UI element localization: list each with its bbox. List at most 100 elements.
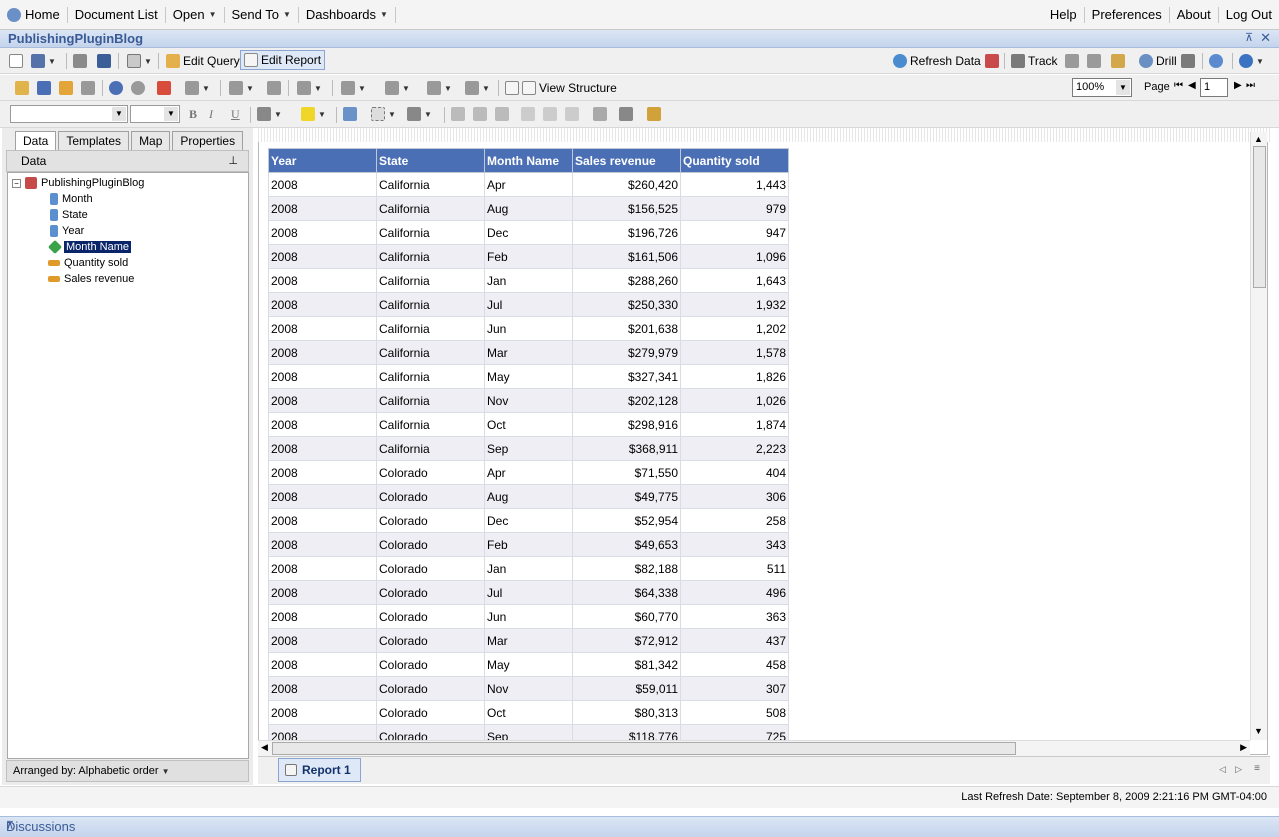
sales-revenue-cell[interactable]: $59,011 [572, 676, 681, 701]
sales-revenue-cell[interactable]: $81,342 [572, 652, 681, 677]
month-name-cell[interactable]: Apr [484, 460, 573, 485]
clear-format-button[interactable] [644, 104, 664, 124]
last-page-icon[interactable]: ⏭ [1246, 80, 1255, 91]
nav-open-menu[interactable]: Open ▼ [166, 6, 225, 23]
quantity-sold-cell[interactable]: 1,578 [680, 340, 789, 365]
sales-revenue-cell[interactable]: $201,638 [572, 316, 681, 341]
year-cell[interactable]: 2008 [268, 700, 377, 725]
snapshot-button[interactable] [1178, 51, 1198, 71]
year-cell[interactable]: 2008 [268, 436, 377, 461]
month-name-cell[interactable]: Nov [484, 676, 573, 701]
year-cell[interactable]: 2008 [268, 412, 377, 437]
help-button[interactable]: ▼ [1236, 51, 1267, 71]
table-row[interactable]: 2008 Colorado Dec $52,954 258 [268, 508, 789, 533]
sales-revenue-cell[interactable]: $250,330 [572, 292, 681, 317]
month-name-cell[interactable]: Dec [484, 220, 573, 245]
filter-button[interactable]: ▼ [226, 78, 257, 98]
month-name-cell[interactable]: Aug [484, 484, 573, 509]
year-cell[interactable]: 2008 [268, 340, 377, 365]
collapse-icon[interactable]: − [12, 178, 21, 188]
month-name-cell[interactable]: Jun [484, 316, 573, 341]
table-row[interactable]: 2008 Colorado May $81,342 458 [268, 652, 789, 677]
quantity-sold-cell[interactable]: 404 [680, 460, 789, 485]
year-cell[interactable]: 2008 [268, 220, 377, 245]
quantity-sold-cell[interactable]: 496 [680, 580, 789, 605]
nav-help[interactable]: Help [1043, 6, 1085, 23]
year-cell[interactable]: 2008 [268, 676, 377, 701]
year-cell[interactable]: 2008 [268, 652, 377, 677]
column-header-state[interactable]: State [376, 148, 485, 173]
discussions-bar[interactable]: Discussions ⊼ [0, 816, 1279, 837]
quantity-sold-cell[interactable]: 307 [680, 676, 789, 701]
nav-send-to-menu[interactable]: Send To ▼ [225, 6, 299, 23]
insert-button[interactable] [12, 78, 32, 98]
quantity-sold-cell[interactable]: 1,096 [680, 244, 789, 269]
quantity-sold-cell[interactable]: 1,874 [680, 412, 789, 437]
table-row[interactable]: 2008 California Jul $250,330 1,932 [268, 292, 789, 317]
filter-bar-button[interactable] [1108, 51, 1128, 71]
table-row[interactable]: 2008 California Dec $196,726 947 [268, 220, 789, 245]
quantity-sold-cell[interactable]: 2,223 [680, 436, 789, 461]
year-cell[interactable]: 2008 [268, 460, 377, 485]
align-top-button[interactable] [518, 104, 538, 124]
month-name-cell[interactable]: May [484, 364, 573, 389]
sales-revenue-cell[interactable]: $156,525 [572, 196, 681, 221]
year-cell[interactable]: 2008 [268, 532, 377, 557]
nav-about[interactable]: About [1170, 6, 1219, 23]
table-row[interactable]: 2008 California Nov $202,128 1,026 [268, 388, 789, 413]
tab-scroll-left-icon[interactable]: ◁ [1219, 764, 1226, 775]
month-name-cell[interactable]: Mar [484, 340, 573, 365]
quantity-sold-cell[interactable]: 458 [680, 652, 789, 677]
nav-home[interactable]: Home [0, 6, 68, 23]
year-cell[interactable]: 2008 [268, 364, 377, 389]
quantity-sold-cell[interactable]: 511 [680, 556, 789, 581]
view-structure-button[interactable]: View Structure [502, 78, 620, 98]
table-row[interactable]: 2008 California Aug $156,525 979 [268, 196, 789, 221]
month-name-cell[interactable]: Dec [484, 508, 573, 533]
quantity-sold-cell[interactable]: 343 [680, 532, 789, 557]
month-name-cell[interactable]: Jan [484, 268, 573, 293]
table-row[interactable]: 2008 Colorado Jun $60,770 363 [268, 604, 789, 629]
month-name-cell[interactable]: Feb [484, 532, 573, 557]
table-row[interactable]: 2008 Colorado Aug $49,775 306 [268, 484, 789, 509]
previous-page-icon[interactable]: ◀ [1188, 80, 1196, 91]
report-tab[interactable]: Report 1 [278, 758, 361, 782]
month-name-cell[interactable]: Nov [484, 388, 573, 413]
scroll-left-icon[interactable]: ◀ [261, 742, 268, 753]
bold-button[interactable]: B [186, 104, 200, 124]
table-row[interactable]: 2008 California Mar $279,979 1,578 [268, 340, 789, 365]
tree-item-month-name[interactable]: Month Name [47, 239, 131, 255]
sales-revenue-cell[interactable]: $288,260 [572, 268, 681, 293]
edit-report-button[interactable]: Edit Report [240, 50, 326, 70]
arranged-by-select[interactable]: Arranged by: Alphabetic order ▼ [6, 760, 249, 782]
tree-item-state[interactable]: State [50, 209, 88, 221]
align-center-button[interactable] [470, 104, 490, 124]
year-cell[interactable]: 2008 [268, 604, 377, 629]
state-cell[interactable]: California [376, 172, 485, 197]
quantity-sold-cell[interactable]: 1,026 [680, 388, 789, 413]
find-button[interactable] [94, 51, 114, 71]
table-row[interactable]: 2008 Colorado Oct $80,313 508 [268, 700, 789, 725]
edit-query-button[interactable]: Edit Query [163, 51, 243, 71]
drill-button[interactable]: Drill [1136, 51, 1180, 71]
year-cell[interactable]: 2008 [268, 484, 377, 509]
sales-revenue-cell[interactable]: $260,420 [572, 172, 681, 197]
tree-item-quantity-sold[interactable]: Quantity sold [48, 257, 128, 269]
vertical-scrollbar[interactable]: ▲ ▼ [1250, 132, 1267, 740]
state-cell[interactable]: Colorado [376, 604, 485, 629]
refresh-data-button[interactable]: Refresh Data [890, 51, 984, 71]
page-number-input[interactable]: 1 [1200, 78, 1228, 97]
sales-revenue-cell[interactable]: $49,653 [572, 532, 681, 557]
tree-item-month[interactable]: Month [50, 193, 93, 205]
scrollbar-thumb[interactable] [1253, 146, 1266, 288]
text-color-button[interactable]: ▼ [254, 104, 285, 124]
quantity-sold-cell[interactable]: 437 [680, 628, 789, 653]
state-cell[interactable]: California [376, 364, 485, 389]
state-cell[interactable]: California [376, 436, 485, 461]
nav-preferences[interactable]: Preferences [1085, 6, 1170, 23]
history-button[interactable] [1206, 51, 1226, 71]
align-bottom-button[interactable] [562, 104, 582, 124]
zoom-select[interactable]: 100% ▼ [1072, 78, 1132, 97]
report-table[interactable]: Year State Month Name Sales revenue Quantity… [268, 148, 789, 740]
sales-revenue-cell[interactable]: $327,341 [572, 364, 681, 389]
